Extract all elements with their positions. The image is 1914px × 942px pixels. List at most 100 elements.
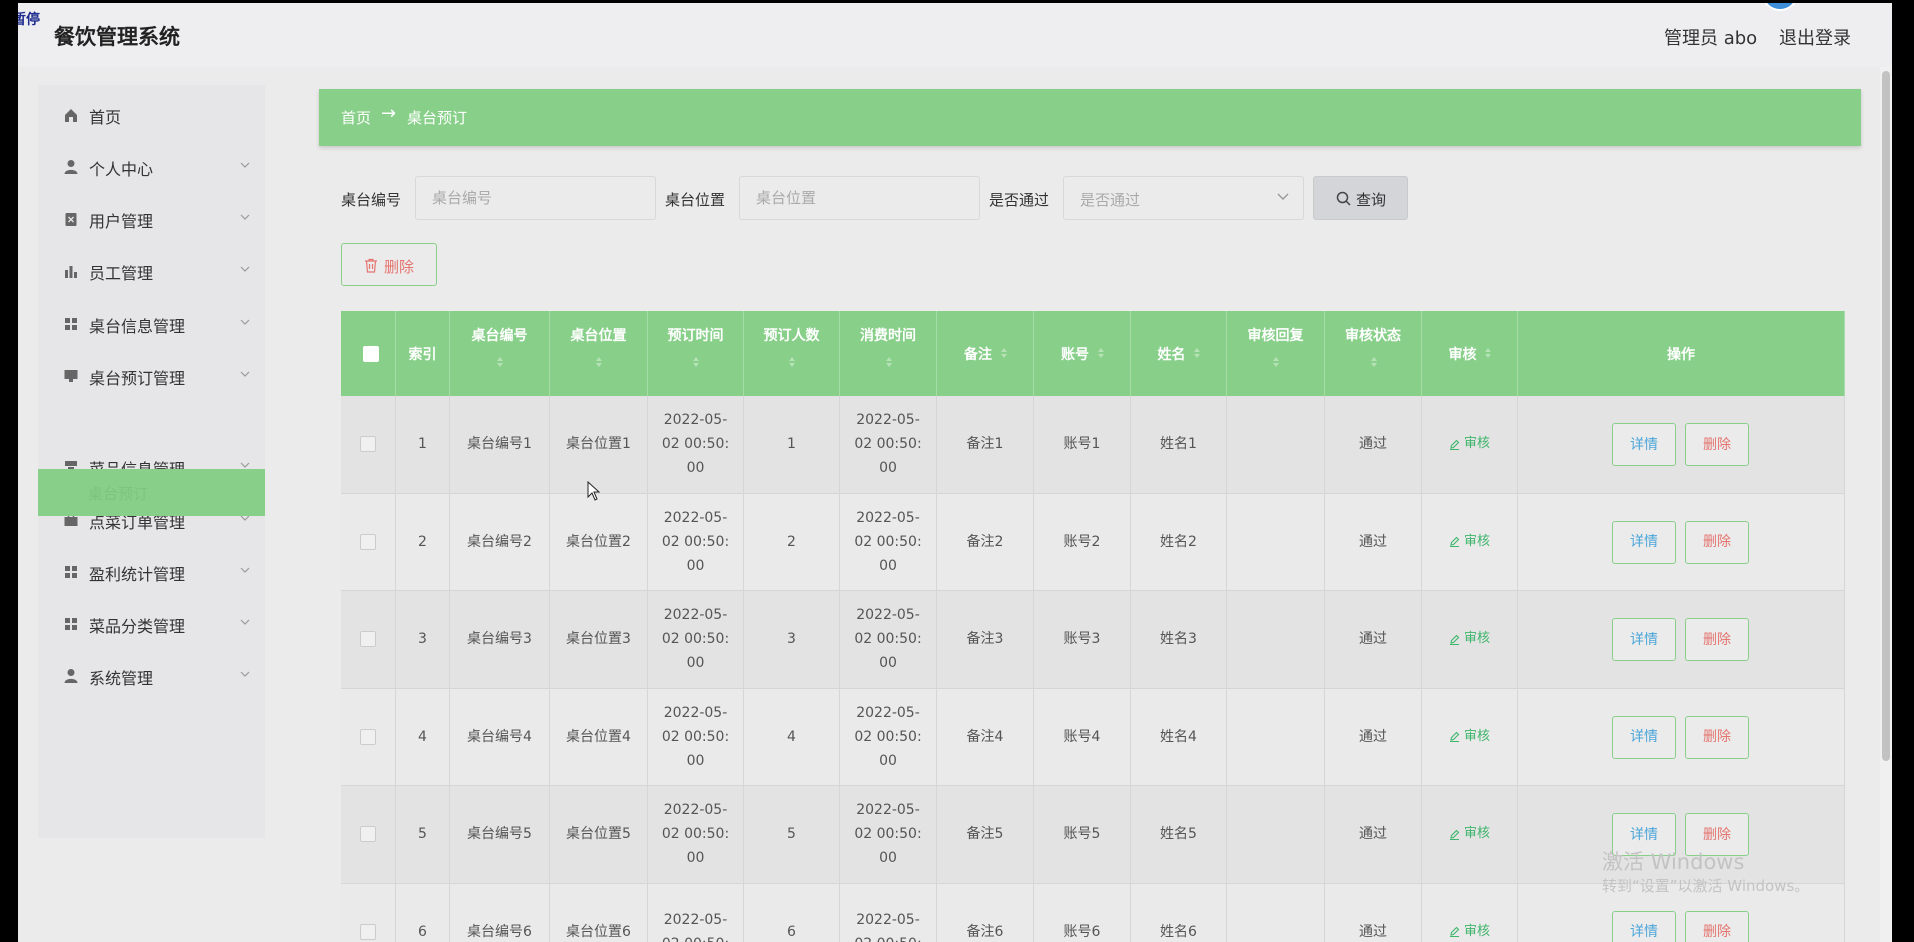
column-header (341, 311, 396, 396)
query-button[interactable]: 查询 (1313, 176, 1408, 220)
breadcrumb-current: 桌台预订 (407, 109, 468, 127)
passed-label: 是否通过 (989, 191, 1050, 209)
cell-value-people: 1 (787, 436, 796, 453)
table-cell: 审核 (1422, 591, 1518, 689)
sort-icon[interactable] (1272, 356, 1280, 368)
avatar[interactable] (1762, 3, 1798, 11)
sort-icon[interactable] (788, 356, 796, 368)
audit-link[interactable]: 审核 (1449, 725, 1490, 749)
column-header-label: 姓名 (1157, 347, 1186, 363)
table-cell (1227, 786, 1325, 884)
row-checkbox[interactable] (360, 533, 376, 550)
sidebar-item-2[interactable]: 用户管理 (38, 199, 265, 241)
sidebar-item-5[interactable]: 桌台预订管理 (38, 356, 265, 398)
row-delete-button[interactable]: 删除 (1685, 618, 1749, 661)
passed-select[interactable]: 是否通过 (1063, 176, 1304, 220)
cell-value-consume_time: 2022-05-02 00:50: (854, 911, 921, 942)
row-checkbox[interactable] (360, 923, 376, 940)
logout-link[interactable]: 退出登录 (1779, 24, 1851, 50)
breadcrumb-home[interactable]: 首页 (341, 107, 371, 128)
audit-link[interactable]: 审核 (1449, 920, 1490, 942)
table-cell: 桌台编号4 (450, 688, 550, 786)
sort-icon[interactable] (885, 356, 893, 368)
column-header[interactable]: 审核回复 (1227, 311, 1325, 396)
chevron-down-icon (240, 266, 250, 272)
audit-link[interactable]: 审核 (1449, 530, 1490, 554)
row-checkbox[interactable] (360, 631, 376, 647)
cell-value-book_time: 2022-05-02 00:50: (662, 911, 729, 942)
detail-button[interactable]: 详情 (1612, 910, 1676, 942)
detail-button[interactable]: 详情 (1612, 715, 1676, 759)
edit-icon (1449, 731, 1460, 743)
edit-icon (1449, 926, 1460, 938)
row-delete-button[interactable]: 删除 (1685, 910, 1749, 942)
sidebar-item-9[interactable]: 菜品分类管理 (38, 604, 265, 646)
column-header[interactable]: 索引 (396, 311, 450, 396)
row-delete-button[interactable]: 删除 (1685, 715, 1749, 759)
sidebar-item-10[interactable]: 系统管理 (38, 656, 265, 698)
column-header[interactable]: 桌台位置 (550, 311, 648, 396)
scrollbar-thumb[interactable] (1882, 71, 1890, 761)
table-cell: 2022-05-02 00:50:00 (840, 786, 937, 884)
column-header[interactable]: 预订人数 (744, 311, 840, 396)
table-cell (1227, 591, 1325, 689)
bar-chart-icon (65, 266, 77, 278)
detail-button[interactable]: 详情 (1612, 520, 1676, 564)
edit-icon (1449, 829, 1460, 840)
cell-value-account: 账号6 (1063, 923, 1101, 940)
sort-icon[interactable] (496, 356, 504, 368)
detail-button[interactable]: 详情 (1612, 618, 1676, 661)
sidebar-subitem-table-booking[interactable]: 桌台预订 (38, 469, 265, 516)
select-all-checkbox[interactable] (363, 346, 379, 362)
row-delete-button[interactable]: 删除 (1685, 423, 1749, 466)
pause-tag: 暂停 (18, 12, 40, 28)
row-delete-button[interactable]: 删除 (1685, 520, 1749, 564)
sort-icon[interactable] (1370, 356, 1378, 368)
cell-value-index: 6 (418, 923, 427, 940)
sidebar-item-0[interactable]: 首页 (38, 95, 265, 137)
sort-icon[interactable] (1484, 347, 1492, 359)
row-checkbox[interactable] (360, 826, 376, 842)
column-header[interactable]: 操作 (1518, 311, 1845, 396)
chevron-down-icon (240, 319, 250, 325)
column-header-label: 索引 (408, 347, 437, 363)
audit-link[interactable]: 审核 (1449, 432, 1490, 456)
column-header[interactable]: 预订时间 (648, 311, 744, 396)
column-header[interactable]: 账号 (1034, 311, 1131, 396)
table-cell (1227, 883, 1325, 942)
detail-button[interactable]: 详情 (1612, 423, 1676, 466)
audit-link[interactable]: 审核 (1449, 627, 1490, 651)
vertical-scrollbar[interactable] (1880, 67, 1892, 942)
sidebar-item-8[interactable]: 盈利统计管理 (38, 552, 265, 594)
sort-icon[interactable] (1097, 347, 1105, 359)
sort-icon[interactable] (1000, 347, 1008, 359)
sidebar-item-4[interactable]: 桌台信息管理 (38, 304, 265, 346)
location-input[interactable] (739, 176, 980, 220)
bulk-delete-button[interactable]: 删除 (341, 243, 437, 286)
cell-value-loc: 桌台位置4 (566, 728, 631, 745)
table-cell: 6 (396, 883, 450, 942)
cell-value-people: 4 (787, 728, 796, 745)
column-header[interactable]: 姓名 (1131, 311, 1227, 396)
column-header[interactable]: 审核 (1422, 311, 1518, 396)
table-cell: 详情 删除 (1518, 396, 1845, 494)
row-checkbox[interactable] (360, 728, 376, 745)
column-header[interactable]: 审核状态 (1325, 311, 1422, 396)
sort-icon[interactable] (692, 356, 700, 368)
row-checkbox[interactable] (360, 436, 376, 452)
sort-icon[interactable] (595, 356, 603, 368)
column-header[interactable]: 消费时间 (840, 311, 937, 396)
cell-value-index: 5 (418, 826, 427, 843)
column-header[interactable]: 桌台编号 (450, 311, 550, 396)
cell-value-book_time: 2022-05-02 00:50:00 (661, 704, 730, 769)
table-no-input[interactable] (415, 176, 656, 220)
table-cell: 3 (744, 591, 840, 689)
column-header[interactable]: 备注 (937, 311, 1034, 396)
audit-link[interactable]: 审核 (1449, 822, 1490, 846)
sidebar-item-3[interactable]: 员工管理 (38, 251, 265, 293)
sidebar-item-1[interactable]: 个人中心 (38, 147, 265, 189)
cell-value-note: 备注3 (966, 631, 1004, 648)
sort-icon[interactable] (1193, 347, 1201, 359)
cell-value-status: 通过 (1359, 923, 1387, 940)
table-cell (1227, 396, 1325, 494)
